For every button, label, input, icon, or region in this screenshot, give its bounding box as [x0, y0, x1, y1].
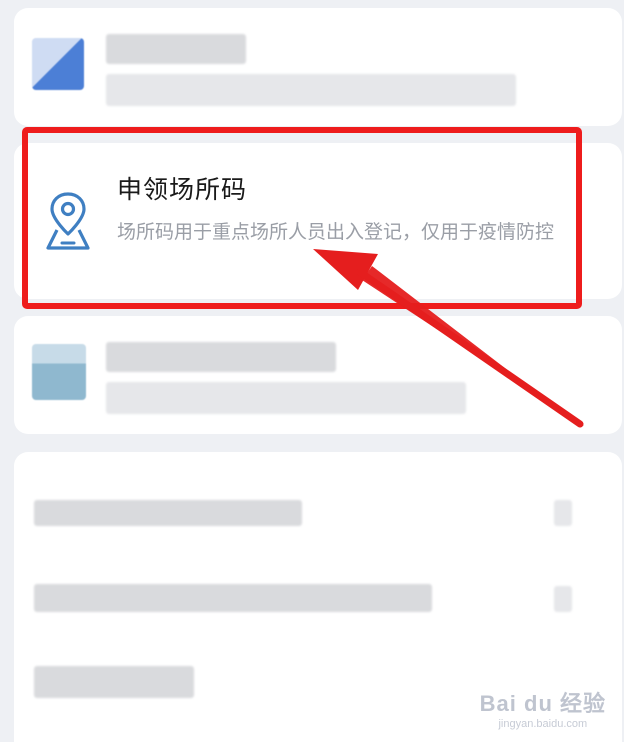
chevron-right-icon	[554, 500, 572, 526]
service-icon	[32, 344, 86, 400]
blurred-title	[106, 342, 336, 372]
service-card-1[interactable]	[14, 8, 622, 126]
service-card-3[interactable]	[14, 316, 622, 434]
service-icon	[32, 38, 84, 90]
chevron-right-icon	[554, 586, 572, 612]
blurred-desc	[106, 382, 466, 414]
list-item[interactable]	[14, 452, 622, 547]
watermark-main: Bai du 经验	[479, 691, 606, 716]
highlight-box	[22, 127, 582, 309]
app-screen: 申领场所码 场所码用于重点场所人员出入登记，仅用于疫情防控 Bai du 经验	[0, 0, 624, 742]
blurred-label	[34, 584, 432, 612]
blurred-desc	[106, 74, 516, 106]
blurred-label	[34, 666, 194, 698]
baidu-jingyan-watermark: Bai du 经验 jingyan.baidu.com	[480, 686, 606, 730]
list-item[interactable]	[14, 552, 622, 642]
blurred-title	[106, 34, 246, 64]
blurred-label	[34, 500, 302, 526]
watermark-url: jingyan.baidu.com	[498, 718, 588, 730]
